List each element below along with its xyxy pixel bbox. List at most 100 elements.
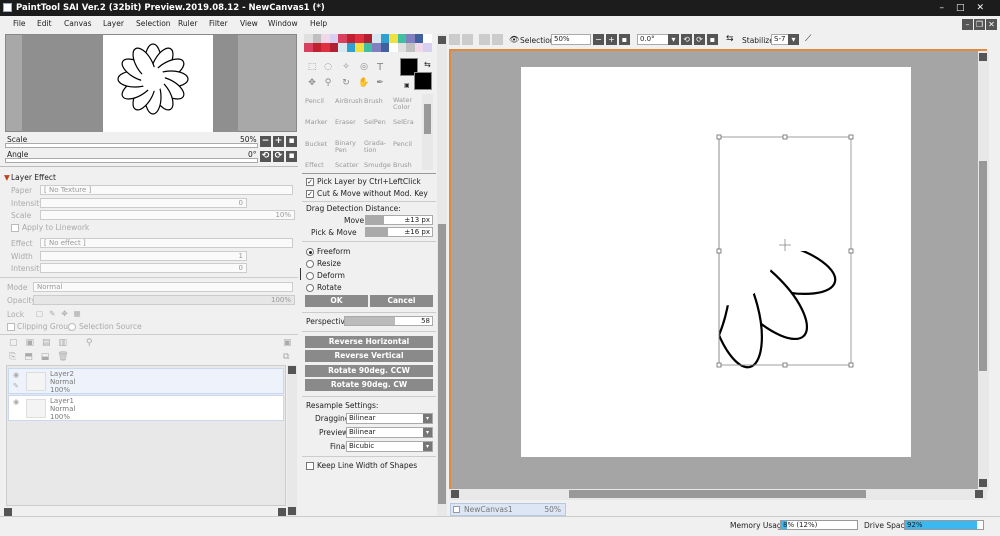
stabilizer-dropdown-icon[interactable]: ▾ <box>788 34 799 45</box>
paper-select[interactable]: [ No Texture ] <box>40 185 293 195</box>
layer-actions[interactable]: ⎘⬒⬓🗑 <box>9 352 77 362</box>
pick-layer-checkbox[interactable]: ✓ <box>306 178 314 186</box>
rotate-right-button[interactable]: ⟳ <box>273 151 284 162</box>
menu-filter[interactable]: Filter <box>209 19 228 28</box>
magic-wand-icon[interactable]: ✧ <box>340 62 352 74</box>
zoom-out-icon[interactable]: − <box>593 34 604 45</box>
perspective-slider[interactable]: 58 <box>344 316 433 326</box>
eye-icon[interactable]: ◉ <box>13 371 19 379</box>
selection-source-radio[interactable] <box>68 323 76 331</box>
zoom-select[interactable]: 50% <box>551 34 591 45</box>
layer-list-scrollbar[interactable] <box>287 365 297 516</box>
mdi-minimize-icon[interactable]: – <box>962 19 973 30</box>
texture-scale-slider[interactable]: 10% <box>40 210 295 220</box>
layer-item[interactable]: ◉ ✎ Layer2 Normal 100% <box>8 368 284 394</box>
pick-move-slider[interactable]: ±16 px <box>365 227 433 237</box>
brush-bucket[interactable]: Bucket <box>305 140 327 148</box>
effect-select[interactable]: [ No effect ] <box>40 238 293 248</box>
mdi-restore-icon[interactable]: ❐ <box>974 19 985 30</box>
eyedropper-icon[interactable]: ✒ <box>374 78 386 90</box>
scroll-left-icon[interactable] <box>451 490 459 498</box>
dragging-select[interactable]: Bilinear ▾ <box>346 413 433 424</box>
rotate-reset-icon[interactable]: ▪ <box>707 34 718 45</box>
layer-merge-icon[interactable]: ⧉ <box>283 352 289 362</box>
swap-colors-icon[interactable]: ⇆ <box>424 60 431 69</box>
ok-button[interactable]: OK <box>305 295 368 307</box>
flip-icon[interactable]: ⇆ <box>726 34 734 44</box>
move-icon[interactable]: ✥ <box>306 78 318 90</box>
reset-colors-icon[interactable]: ▣ <box>404 82 410 89</box>
deform-radio[interactable] <box>306 272 314 280</box>
panel-splitter[interactable] <box>300 268 301 280</box>
opacity-slider[interactable]: 100% <box>33 295 295 305</box>
brush-scatter[interactable]: Scatter <box>335 161 358 169</box>
menu-layer[interactable]: Layer <box>103 19 124 28</box>
preview-select[interactable]: Bilinear ▾ <box>346 427 433 438</box>
scale-slider[interactable] <box>5 143 258 148</box>
effect-intensity-slider[interactable]: 0 <box>40 263 247 273</box>
keep-line-width-checkbox[interactable] <box>306 462 314 470</box>
reverse-horizontal-button[interactable]: Reverse Horizontal <box>305 336 433 348</box>
rotate-cw-button[interactable]: Rotate 90deg. CW <box>305 379 433 391</box>
zoom-fit-icon[interactable]: ▪ <box>619 34 630 45</box>
brush-watercolor[interactable]: Water Color <box>393 97 418 111</box>
canvas-tab[interactable]: NewCanvas1 50% <box>450 503 566 516</box>
mdi-close-icon[interactable]: ✕ <box>986 19 997 30</box>
brush-marker[interactable]: Marker <box>305 118 327 126</box>
rotate-ccw-icon[interactable]: ⟲ <box>681 34 692 45</box>
menu-ruler[interactable]: Ruler <box>178 19 197 28</box>
canvas-vscroll-thumb[interactable] <box>979 161 987 371</box>
canvas-vscrollbar[interactable] <box>978 51 989 491</box>
reverse-vertical-button[interactable]: Reverse Vertical <box>305 350 433 362</box>
secondary-color[interactable] <box>414 72 432 90</box>
clipping-group-checkbox[interactable] <box>7 323 15 331</box>
line-tool-icon[interactable]: ⟋ <box>805 34 811 44</box>
menu-window[interactable]: Window <box>268 19 298 28</box>
deselect-icon[interactable] <box>479 34 490 45</box>
move-distance-slider[interactable]: ±13 px <box>365 215 433 225</box>
scroll-right-icon[interactable] <box>278 508 286 516</box>
angle-dropdown-icon[interactable]: ▾ <box>668 34 679 45</box>
redo-icon[interactable] <box>462 34 473 45</box>
close-icon[interactable]: ✕ <box>976 3 996 13</box>
layer-settings-icon[interactable]: ▣ <box>283 338 292 348</box>
canvas-paper[interactable] <box>521 67 911 457</box>
hand-icon[interactable]: ✋ <box>358 78 370 90</box>
lasso-icon[interactable]: ◌ <box>322 62 334 74</box>
minimize-icon[interactable]: – <box>939 3 956 13</box>
undo-icon[interactable] <box>449 34 460 45</box>
zoom-out-button[interactable]: − <box>260 136 271 147</box>
maximize-icon[interactable]: □ <box>956 3 977 13</box>
rotate-radio[interactable] <box>306 284 314 292</box>
scroll-up-icon[interactable] <box>979 53 987 61</box>
layer-toolbar[interactable]: ▢▣▤▥ ⚲ <box>9 338 100 348</box>
tool-scroll-thumb[interactable] <box>438 224 446 504</box>
invert-selection-icon[interactable] <box>492 34 503 45</box>
resize-radio[interactable] <box>306 260 314 268</box>
cut-move-checkbox[interactable]: ✓ <box>306 190 314 198</box>
selection-eye-icon[interactable]: 👁 <box>509 35 519 44</box>
zoom-reset-button[interactable]: ▪ <box>286 136 297 147</box>
scroll-up-icon[interactable] <box>288 366 296 374</box>
blend-mode-select[interactable]: Normal <box>33 282 293 292</box>
brush-selera[interactable]: SelEra <box>393 118 414 126</box>
menu-edit[interactable]: Edit <box>37 19 52 28</box>
brush-smudge[interactable]: Smudge <box>364 161 391 169</box>
menu-help[interactable]: Help <box>310 19 327 28</box>
color-palette[interactable] <box>304 34 434 52</box>
canvas-area[interactable] <box>449 49 989 491</box>
navigator-preview[interactable] <box>5 34 297 132</box>
brush-brush[interactable]: Brush <box>364 97 383 105</box>
brush-pencil[interactable]: Pencil <box>305 97 324 105</box>
text-icon[interactable]: T <box>374 62 386 74</box>
select-rect-icon[interactable]: ⬚ <box>306 62 318 74</box>
final-select[interactable]: Bicubic ▾ <box>346 441 433 452</box>
rotate-ccw-button[interactable]: Rotate 90deg. CCW <box>305 365 433 377</box>
hand-rotate-icon[interactable]: ↻ <box>340 78 352 90</box>
brush-selpen[interactable]: SelPen <box>364 118 386 126</box>
brush-binary-pen[interactable]: Binary Pen <box>335 140 360 154</box>
brush-scrollbar[interactable] <box>422 94 433 170</box>
scroll-right-icon[interactable] <box>975 490 983 498</box>
color-swatch[interactable] <box>423 34 432 43</box>
rotate-cw-icon[interactable]: ⟳ <box>694 34 705 45</box>
